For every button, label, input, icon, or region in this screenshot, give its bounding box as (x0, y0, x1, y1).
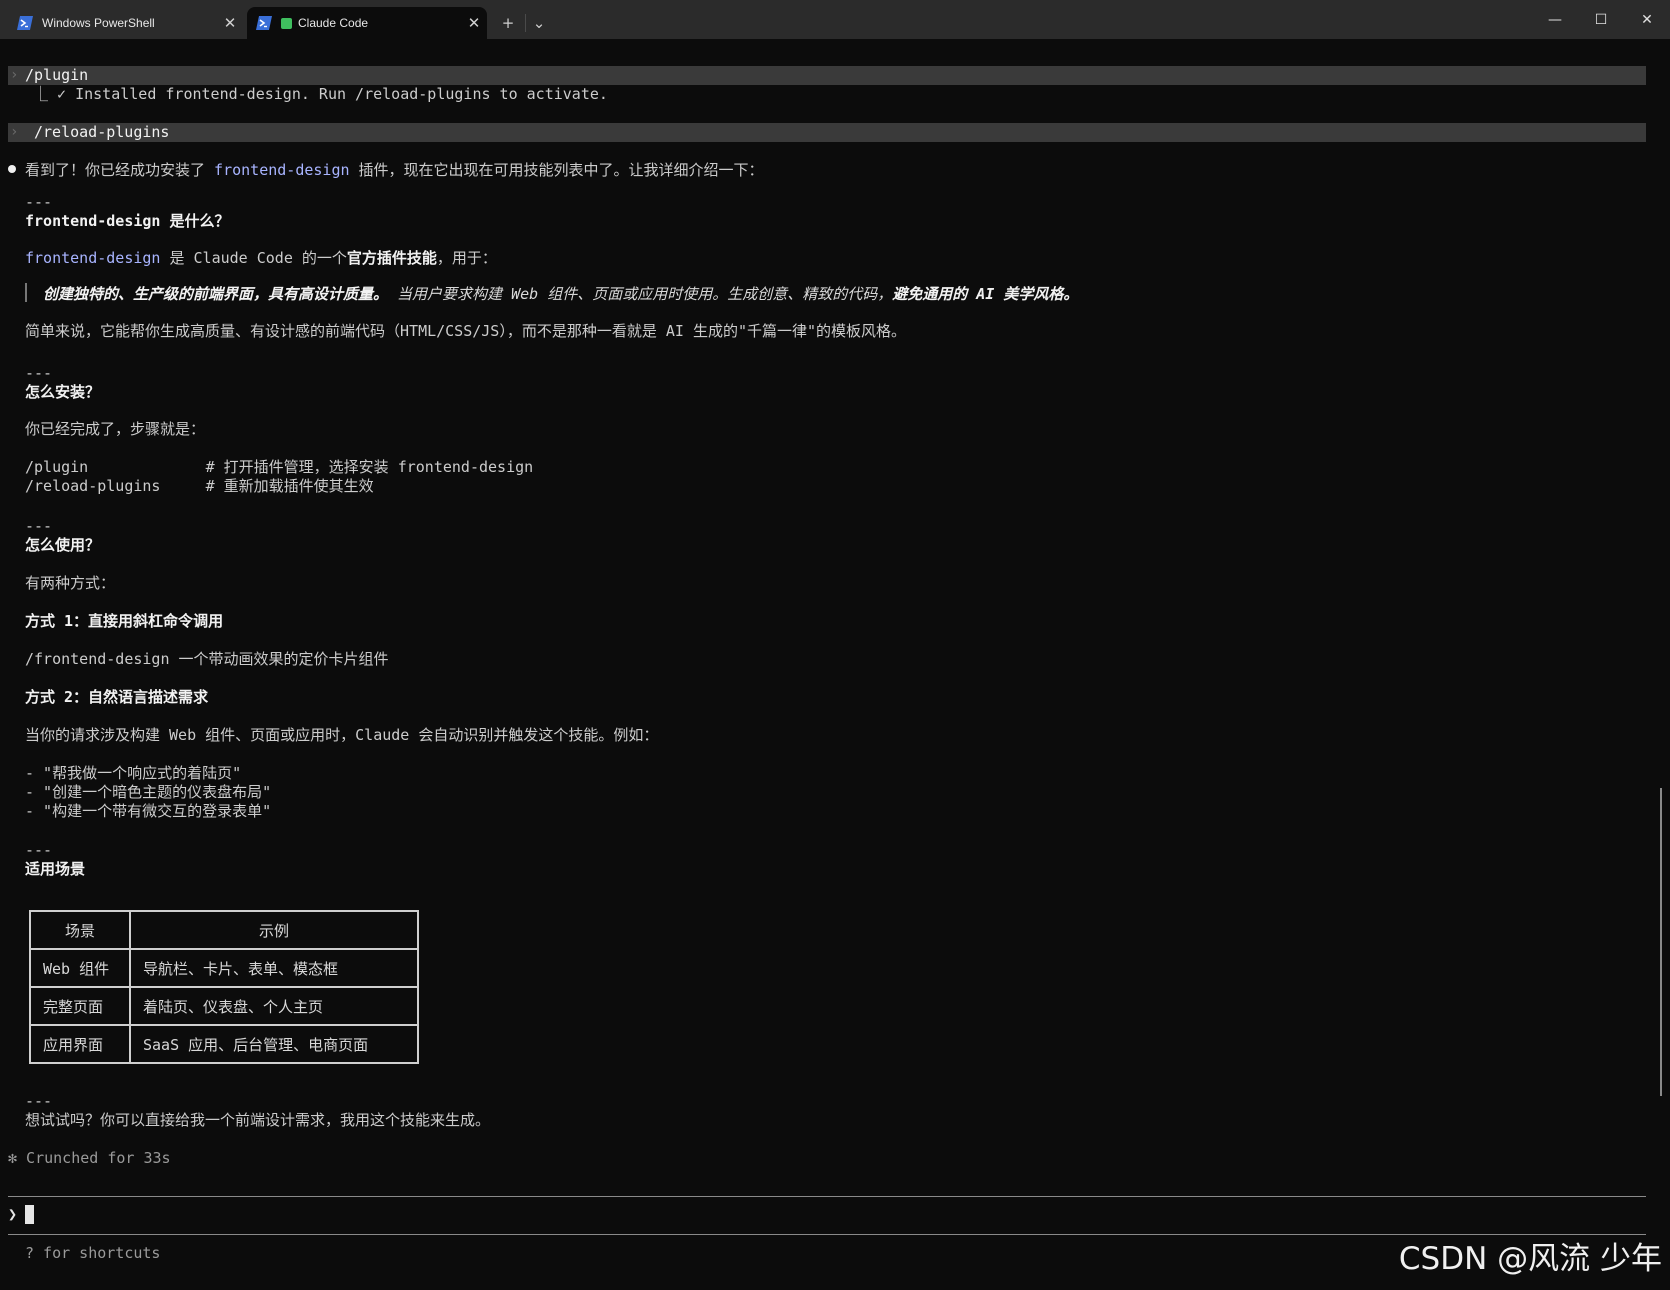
minimize-button[interactable]: — (1532, 0, 1578, 39)
table-cell: 应用界面 (29, 1024, 131, 1064)
separator: --- (25, 193, 53, 211)
code-line: /plugin # 打开插件管理，选择安装 frontend-design (25, 458, 534, 476)
table-header: 示例 (129, 910, 419, 950)
text-span: ，用于： (436, 249, 497, 267)
tab-claude-code[interactable]: Claude Code ✕ (247, 7, 487, 39)
watermark: CSDN @风流 少年 (1398, 1241, 1662, 1277)
example-command: /frontend-design 一个带动画效果的定价卡片组件 (25, 650, 389, 668)
separator: --- (25, 841, 53, 859)
description-line: frontend-design 是 Claude Code 的一个官方插件技能，… (25, 249, 497, 268)
section-heading: 适用场景 (25, 860, 86, 878)
table-row: Web 组件 导航栏、卡片、表单、模态框 (29, 948, 419, 988)
text-span: 避免通用的 AI 美学风格。 (892, 285, 1079, 303)
command-history-item: › /plugin (8, 66, 1646, 85)
title-bar: Windows PowerShell ✕ Claude Code ✕ + ⌄ —… (0, 0, 1670, 39)
input-top-rule (8, 1196, 1646, 1197)
text-span: 看到了！你已经成功安装了 (25, 161, 215, 179)
paragraph: 有两种方式： (25, 574, 116, 592)
command-text: /plugin (25, 66, 89, 84)
scrollbar[interactable] (1660, 788, 1662, 1096)
list-item: - "构建一个带有微交互的登录表单" (25, 802, 272, 820)
status-line: ✻ Crunched for 33s (8, 1149, 171, 1167)
paragraph: 当你的请求涉及构建 Web 组件、页面或应用时，Claude 会自动识别并触发这… (25, 726, 659, 744)
close-window-button[interactable]: ✕ (1624, 0, 1670, 39)
method-heading: 方式 2：自然语言描述需求 (25, 688, 209, 706)
summary-line: 简单来说，它能帮你生成高质量、有设计感的前端代码（HTML/CSS/JS），而不… (25, 322, 907, 340)
separator: --- (25, 517, 53, 535)
quote-bar (25, 283, 27, 302)
tab-label: Claude Code (298, 16, 369, 30)
tab-windows-powershell[interactable]: Windows PowerShell ✕ (8, 7, 243, 39)
separator: --- (25, 364, 53, 382)
prompt-chevron-icon: › (10, 67, 19, 83)
tab-dropdown-icon[interactable]: ⌄ (526, 10, 552, 36)
section-heading: 怎么使用？ (25, 536, 101, 554)
text-span: 创建独特的、生产级的前端界面，具有高设计质量。 (43, 285, 389, 303)
section-heading: frontend-design 是什么？ (25, 212, 230, 230)
table-header-row: 场景 示例 (29, 910, 419, 950)
separator: --- (25, 1092, 53, 1110)
list-item: - "创建一个暗色主题的仪表盘布局" (25, 783, 272, 801)
table-cell: SaaS 应用、后台管理、电商页面 (129, 1024, 419, 1064)
text-span: 官方插件技能 (346, 249, 437, 267)
input-cursor[interactable] (25, 1205, 34, 1224)
response-intro: 看到了！你已经成功安装了 frontend-design 插件，现在它出现在可用… (25, 161, 764, 180)
list-item: - "帮我做一个响应式的着陆页" (25, 764, 242, 782)
table-cell: Web 组件 (29, 948, 131, 988)
command-history-item: › /reload-plugins (8, 123, 1646, 142)
scenario-table: 场景 示例 Web 组件 导航栏、卡片、表单、模态框 完整页面 着陆页、仪表盘、… (29, 910, 419, 1064)
plugin-name: frontend-design (214, 161, 350, 179)
claude-status-icon (281, 17, 292, 29)
table-cell: 着陆页、仪表盘、个人主页 (129, 986, 419, 1026)
maximize-button[interactable]: ☐ (1578, 0, 1624, 39)
command-output: ⎿ ✓ Installed frontend-design. Run /relo… (33, 85, 608, 103)
section-heading: 怎么安装？ (25, 383, 101, 401)
method-heading: 方式 1：直接用斜杠命令调用 (25, 612, 224, 630)
new-tab-button[interactable]: + (495, 10, 521, 36)
close-tab-icon[interactable]: ✕ (461, 14, 487, 32)
text-span: 是 Claude Code 的一个 (160, 249, 347, 267)
table-header: 场景 (29, 910, 131, 950)
response-bullet-icon (8, 165, 16, 173)
prompt-chevron-icon: ❯ (8, 1205, 18, 1223)
tab-label: Windows PowerShell (42, 16, 155, 30)
close-tab-icon[interactable]: ✕ (217, 14, 243, 32)
paragraph: 你已经完成了，步骤就是： (25, 420, 206, 438)
command-text: /reload-plugins (34, 123, 170, 141)
text-span: 当用户要求构建 Web 组件、页面或应用时使用。生成创意、精致的代码， (388, 285, 893, 303)
table-row: 完整页面 着陆页、仪表盘、个人主页 (29, 986, 419, 1026)
shortcuts-hint: ? for shortcuts (25, 1244, 161, 1262)
closing-line: 想试试吗？你可以直接给我一个前端设计需求，我用这个技能来生成。 (25, 1111, 491, 1129)
prompt-chevron-icon: › (10, 124, 19, 140)
powershell-icon (17, 15, 33, 31)
blockquote: 创建独特的、生产级的前端界面，具有高设计质量。 当用户要求构建 Web 组件、页… (43, 285, 1078, 304)
table-cell: 完整页面 (29, 986, 131, 1026)
table-row: 应用界面 SaaS 应用、后台管理、电商页面 (29, 1024, 419, 1064)
text-span: 插件，现在它出现在可用技能列表中了。让我详细介绍一下： (349, 161, 764, 179)
powershell-icon (256, 15, 272, 31)
table-cell: 导航栏、卡片、表单、模态框 (129, 948, 419, 988)
plugin-name: frontend-design (25, 249, 161, 267)
code-line: /reload-plugins # 重新加载插件使其生效 (25, 477, 374, 495)
